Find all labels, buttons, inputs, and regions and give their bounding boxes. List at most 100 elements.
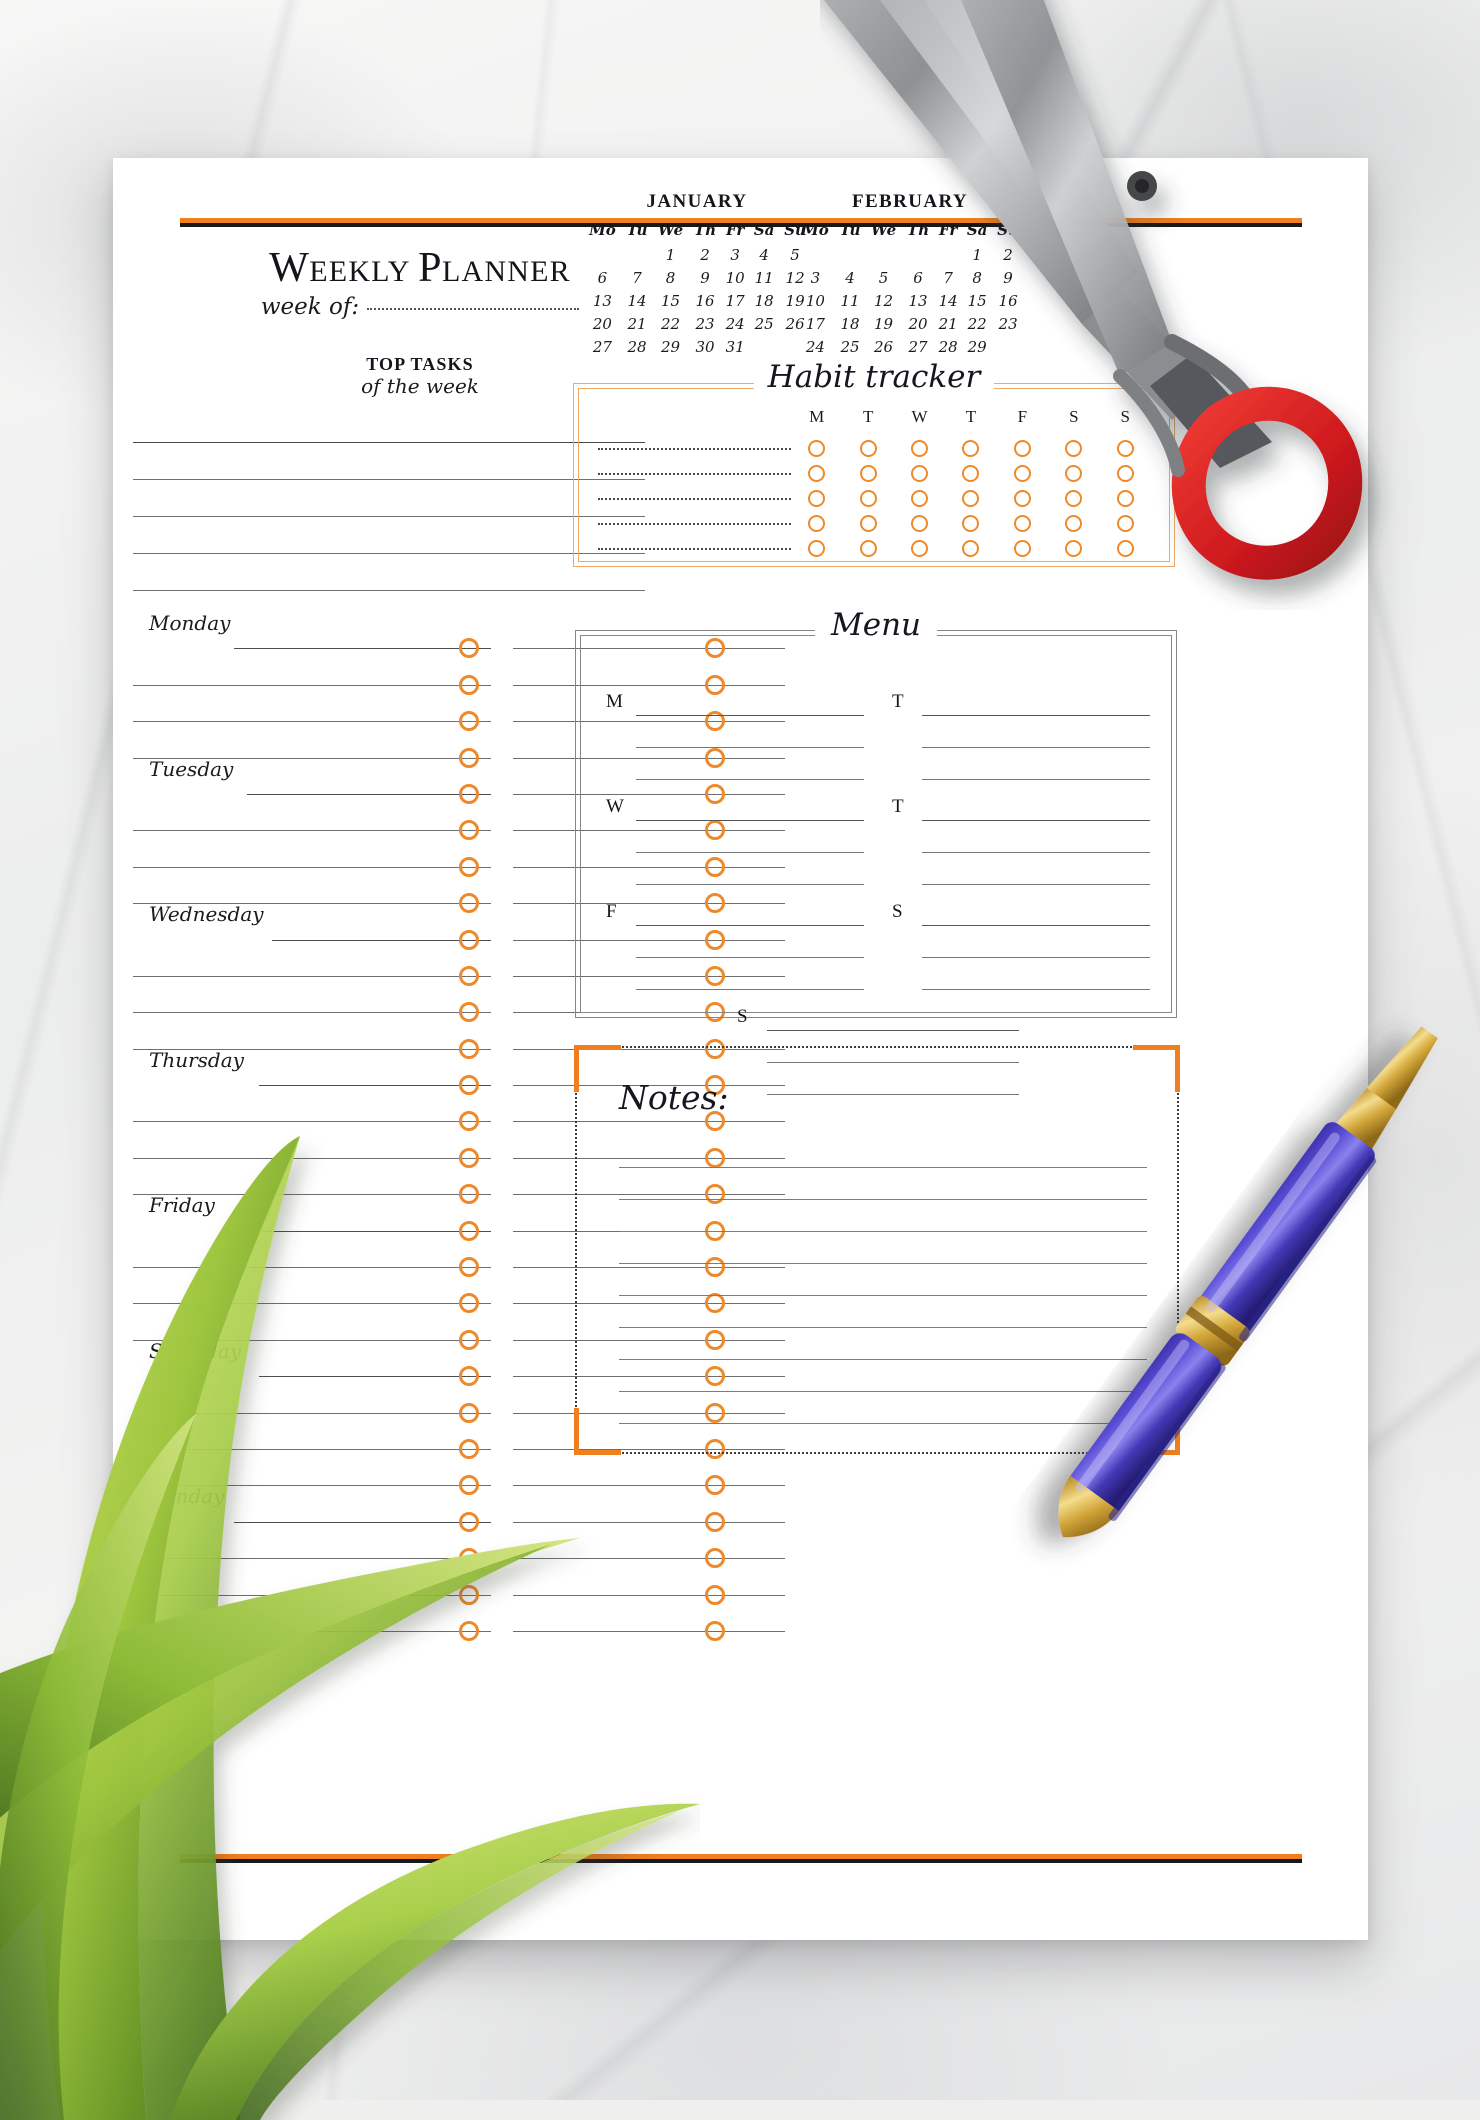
calendar-day-1: 1 <box>665 245 676 264</box>
habit-checkbox-circle[interactable] <box>1013 540 1031 557</box>
habit-checkbox-circle[interactable] <box>859 490 877 507</box>
menu-line[interactable] <box>602 685 864 716</box>
notes-line[interactable] <box>619 1200 1147 1232</box>
menu-line[interactable] <box>922 853 1150 885</box>
calendar-day-6: 6 <box>913 268 923 287</box>
habit-checkbox-circle[interactable] <box>1013 515 1031 532</box>
menu-line[interactable] <box>636 716 864 748</box>
top-task-line[interactable] <box>133 480 645 517</box>
menu-line[interactable] <box>636 926 864 958</box>
day-entry-line[interactable] <box>133 1630 491 1632</box>
habit-name-line[interactable] <box>598 522 791 525</box>
menu-line[interactable] <box>636 853 864 885</box>
habit-circle-cell <box>791 515 842 532</box>
habit-checkbox-circle[interactable] <box>962 490 980 507</box>
habit-checkbox-circle[interactable] <box>1065 490 1083 507</box>
habit-checkbox-circle[interactable] <box>911 540 929 557</box>
notes-line[interactable] <box>619 1392 1147 1424</box>
habit-checkbox-circle[interactable] <box>1065 540 1083 557</box>
notes-line[interactable] <box>619 1360 1147 1392</box>
menu-line[interactable] <box>888 895 1150 926</box>
habit-checkbox-circle[interactable] <box>808 490 826 507</box>
notes-line[interactable] <box>619 1136 1147 1168</box>
top-tasks-lines[interactable] <box>133 406 645 591</box>
habit-checkbox-circle[interactable] <box>911 440 929 457</box>
habit-checkbox-circle[interactable] <box>1065 515 1083 532</box>
habit-checkbox-circle[interactable] <box>808 540 826 557</box>
menu-line[interactable] <box>733 1000 1019 1031</box>
notes-line[interactable] <box>619 1328 1147 1360</box>
habit-circle-cell <box>1100 490 1151 507</box>
notes-title: Notes: <box>619 1078 729 1117</box>
notes-lines[interactable] <box>619 1136 1147 1424</box>
habit-checkbox-circle[interactable] <box>911 465 929 482</box>
habit-checkbox-circle[interactable] <box>962 440 980 457</box>
menu-line[interactable] <box>602 895 864 926</box>
week-schedule-row <box>133 1523 785 1569</box>
calendar-day-3: 3 <box>810 268 821 287</box>
habit-name-line[interactable] <box>598 547 791 550</box>
habit-checkbox-circle[interactable] <box>1013 465 1031 482</box>
habit-name-line[interactable] <box>598 497 791 500</box>
task-entry-line[interactable] <box>513 1630 785 1632</box>
habit-checkbox-circle[interactable] <box>859 515 877 532</box>
notes-line[interactable] <box>619 1296 1147 1328</box>
menu-line[interactable] <box>922 716 1150 748</box>
habit-checkbox-circle[interactable] <box>1013 490 1031 507</box>
menu-line[interactable] <box>636 958 864 990</box>
habit-checkbox-circle[interactable] <box>1116 515 1134 532</box>
menu-line[interactable] <box>922 958 1150 990</box>
menu-line[interactable] <box>922 748 1150 780</box>
habit-checkbox-circle[interactable] <box>1116 490 1134 507</box>
calendar-day-17: 17 <box>725 291 745 310</box>
notes-line[interactable] <box>619 1232 1147 1264</box>
task-checkbox-circle-right[interactable] <box>705 1620 725 1641</box>
menu-day-cell-W <box>602 790 864 885</box>
habit-checkbox-circle[interactable] <box>911 490 929 507</box>
habit-checkbox-circle[interactable] <box>962 465 980 482</box>
habit-checkbox-circle[interactable] <box>1065 440 1083 457</box>
calendar-day-16: 16 <box>998 291 1018 310</box>
menu-line[interactable] <box>888 790 1150 821</box>
task-checkbox-circle-left[interactable] <box>459 1620 479 1641</box>
notes-line[interactable] <box>619 1264 1147 1296</box>
top-task-line[interactable] <box>133 406 645 443</box>
habit-circle-cell <box>1048 515 1099 532</box>
habit-checkbox-circle[interactable] <box>962 515 980 532</box>
menu-line[interactable] <box>922 926 1150 958</box>
habit-circle-group <box>791 515 1151 532</box>
habit-checkbox-circle[interactable] <box>1116 465 1134 482</box>
habit-checkbox-circle[interactable] <box>859 465 877 482</box>
habit-checkbox-circle[interactable] <box>1116 440 1134 457</box>
calendar-day-2: 2 <box>700 245 710 264</box>
menu-line[interactable] <box>636 748 864 780</box>
habit-checkbox-circle[interactable] <box>1116 540 1134 557</box>
top-task-line[interactable] <box>133 554 645 591</box>
habit-checkbox-circle[interactable] <box>859 440 877 457</box>
top-task-line[interactable] <box>133 517 645 554</box>
habit-checkbox-circle[interactable] <box>1065 465 1083 482</box>
habit-checkbox-circle[interactable] <box>859 540 877 557</box>
menu-line[interactable] <box>922 821 1150 853</box>
day-label-wednesday: Wednesday <box>149 902 264 927</box>
notes-line[interactable] <box>619 1168 1147 1200</box>
habit-checkbox-circle[interactable] <box>808 465 826 482</box>
menu-line[interactable] <box>602 790 864 821</box>
week-of-dotted-line[interactable] <box>367 308 580 310</box>
week-schedule-row <box>133 1596 785 1641</box>
habit-checkbox-circle[interactable] <box>808 515 826 532</box>
menu-line[interactable] <box>636 821 864 853</box>
habit-circle-cell <box>842 440 893 457</box>
habit-checkbox-circle[interactable] <box>1013 440 1031 457</box>
calendar-february-title: FEBRUARY <box>851 191 969 212</box>
habit-checkbox-circle[interactable] <box>808 440 826 457</box>
habit-name-line[interactable] <box>598 472 791 475</box>
calendar-day-6: 6 <box>597 268 608 287</box>
habit-name-line[interactable] <box>598 447 791 450</box>
habit-checkbox-circle[interactable] <box>962 540 980 557</box>
top-task-line[interactable] <box>133 443 645 480</box>
menu-group-row <box>602 685 1150 780</box>
habit-checkbox-circle[interactable] <box>911 515 929 532</box>
menu-line[interactable] <box>888 685 1150 716</box>
calendar-day-empty <box>796 243 835 266</box>
